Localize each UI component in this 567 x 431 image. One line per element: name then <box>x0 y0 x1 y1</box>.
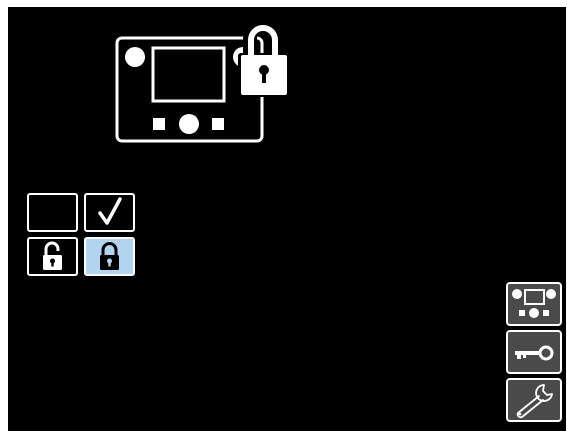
checkmark-icon <box>98 197 122 225</box>
padlock-locked-icon <box>100 242 119 270</box>
blank-icon <box>29 195 30 196</box>
padlock-unlocked-icon <box>43 241 62 270</box>
option-blank[interactable] <box>27 193 78 232</box>
option-lock[interactable] <box>84 237 135 276</box>
display-screen <box>8 7 566 431</box>
key-icon <box>515 345 554 361</box>
locked-panel-icon <box>115 19 289 143</box>
side-button-panel[interactable] <box>506 282 562 326</box>
padlock-locked-icon <box>238 19 289 97</box>
option-confirm[interactable] <box>84 193 135 232</box>
option-unlock[interactable] <box>27 237 78 276</box>
wrench-icon <box>516 384 553 419</box>
side-button-wrench[interactable] <box>506 378 562 422</box>
side-button-key[interactable] <box>506 330 562 374</box>
machine-panel-icon <box>512 289 556 318</box>
